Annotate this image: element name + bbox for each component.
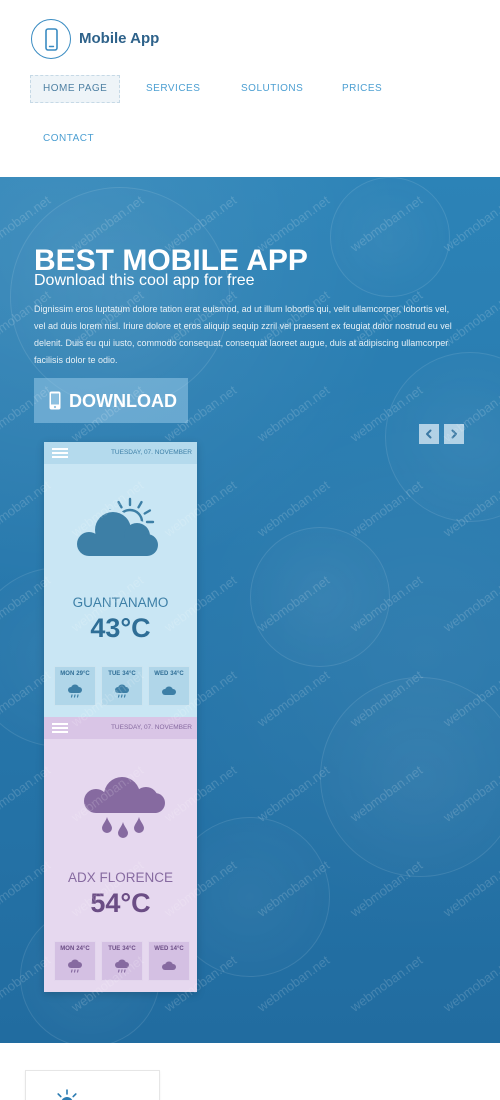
chevron-left-icon [426,429,432,439]
widget-city: GUANTANAMO [72,595,169,610]
brand-name: Mobile App [79,30,160,47]
page: Mobile App HOME PAGE SERVICES SOLUTIONS … [0,0,500,1100]
hero-subtitle: Download this cool app for free [34,272,255,289]
weather-widget: TUESDAY, 07. NOVEMBER GUANTANAMO 43°C MO… [44,442,197,717]
download-label: DOWNLOAD [69,391,177,411]
rain-cloud-icon [68,684,82,698]
watermark-text: webmoban.net [440,192,500,255]
chevron-right-icon [451,429,457,439]
widget-temperature: 43°C [90,613,151,643]
forecast-day: WED 14°C [148,941,190,981]
bokeh-decoration [385,352,500,522]
forecast-day: MON 29°C [54,666,96,706]
forecast-day-name: WED [154,671,169,677]
forecast-day: TUE 34°C [101,666,143,706]
bokeh-decoration [250,527,390,667]
nav-services[interactable]: SERVICES [146,83,200,95]
forecast-temp: 24°C [76,946,90,952]
rain-cloud-icon [115,959,129,973]
forecast-day-name: TUE [108,671,121,677]
forecast-temp: 14°C [170,946,184,952]
site-header: Mobile App HOME PAGE SERVICES SOLUTIONS … [0,0,500,177]
nav-prices[interactable]: PRICES [342,83,382,95]
bokeh-decoration [330,177,450,297]
widget-temperature: 54°C [90,888,151,918]
forecast-day-name: TUE [108,946,121,952]
forecast-label: MON 29°C [55,671,95,678]
main-nav: HOME PAGE SERVICES SOLUTIONS PRICES CONT… [30,75,470,155]
cloud-icon [162,961,176,970]
logo[interactable]: Mobile App [31,19,163,59]
phone-mockup: TUESDAY, 07. NOVEMBER GUANTANAMO 43°C MO… [44,442,197,992]
weather-widget: TUESDAY, 07. NOVEMBER ADX FLORENCE 54°C … [44,717,197,992]
widget-date: TUESDAY, 07. NOVEMBER [110,724,192,731]
widget-city: ADX FLORENCE [67,870,174,885]
watermark-text: webmoban.net [254,667,333,730]
forecast-label: WED 14°C [149,946,189,953]
hamburger-icon[interactable] [52,723,68,733]
sun-icon [57,1089,77,1100]
watermark-text: webmoban.net [440,952,500,1015]
phone-icon [49,391,61,410]
rain-cloud-icon [68,959,82,973]
cloud-icon [162,686,176,695]
nav-solutions[interactable]: SOLUTIONS [241,83,303,95]
widget-header: TUESDAY, 07. NOVEMBER [44,717,197,739]
bokeh-decoration [10,187,230,407]
rain-cloud-icon [115,684,129,698]
forecast-label: MON 24°C [55,946,95,953]
forecast-day: TUE 34°C [101,941,143,981]
sun-cloud-icon [77,497,161,559]
nav-home-page[interactable]: HOME PAGE [30,75,120,103]
forecast-day-name: WED [154,946,169,952]
forecast-temp: 29°C [76,671,90,677]
widget-header: TUESDAY, 07. NOVEMBER [44,442,197,464]
forecast-day: WED 34°C [148,666,190,706]
watermark-text: webmoban.net [440,572,500,635]
watermark-text: webmoban.net [347,952,426,1015]
rain-drops-cloud-icon [84,777,165,838]
slider-next-button[interactable] [444,424,464,444]
feature-card [25,1070,160,1100]
features-section [0,1043,500,1100]
nav-contact[interactable]: CONTACT [43,133,94,145]
watermark-text: webmoban.net [254,382,333,445]
slider-prev-button[interactable] [419,424,439,444]
hamburger-icon[interactable] [52,448,68,458]
widget-date: TUESDAY, 07. NOVEMBER [110,449,192,456]
forecast-day-name: MON [60,671,75,677]
forecast-temp: 34°C [122,671,136,677]
hero-banner: BEST MOBILE APP Download this cool app f… [0,177,500,1043]
phone-icon [44,27,58,51]
forecast-label: TUE 34°C [102,946,142,953]
hero-description: Dignissim eros luptatum dolore tation er… [34,304,452,365]
forecast-label: TUE 34°C [102,671,142,678]
forecast-day-name: MON [60,946,75,952]
forecast-temp: 34°C [122,946,136,952]
forecast-label: WED 34°C [149,671,189,678]
logo-badge [31,19,71,59]
download-button[interactable]: DOWNLOAD [34,378,188,423]
forecast-day: MON 24°C [54,941,96,981]
bokeh-decoration [320,677,500,877]
forecast-temp: 34°C [170,671,184,677]
